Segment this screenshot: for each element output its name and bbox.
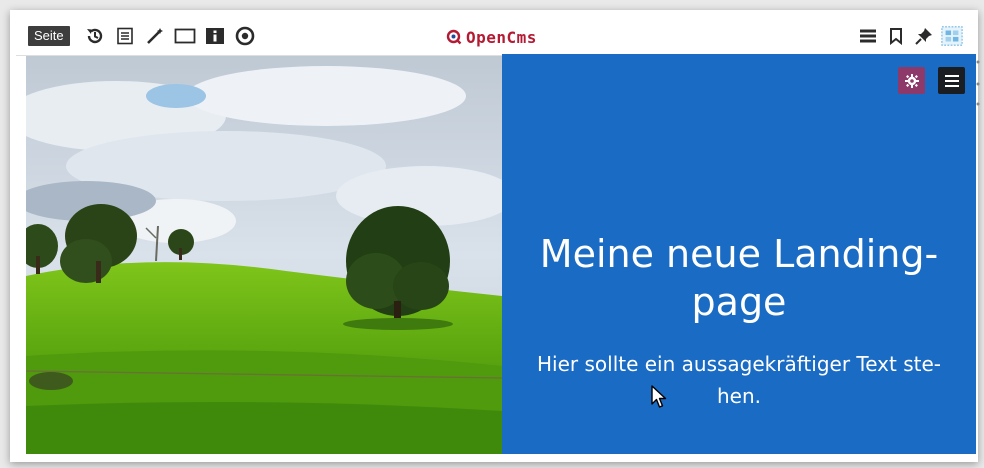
wand-icon[interactable] (144, 25, 166, 47)
menu-icon[interactable] (857, 25, 879, 47)
element-menu-button[interactable] (938, 67, 965, 94)
opencms-logo: OpenCms (446, 26, 537, 48)
toolbar-right (854, 25, 966, 47)
pin-icon[interactable] (913, 25, 935, 47)
gear-icon (904, 73, 919, 88)
opencms-toolbar: Seite OpenCms (16, 16, 974, 56)
page-list-icon[interactable] (114, 25, 136, 47)
hero-text: Hier sollte ein aussagekräftiger Text st… (537, 352, 941, 408)
logo-mark-icon (446, 29, 462, 45)
mouse-cursor-icon (651, 385, 667, 408)
hero-title: Meine neue Landing-page (539, 232, 939, 324)
logo-text: OpenCms (466, 27, 537, 47)
page-context-button[interactable]: Seite (28, 26, 70, 46)
info-icon[interactable] (204, 25, 226, 47)
hero-text-panel: Meine neue Landing-page Hier sollte ein … (502, 54, 976, 454)
frame-icon[interactable] (174, 25, 196, 47)
scroll-indicator (976, 60, 980, 106)
hero-image (26, 56, 502, 454)
history-icon[interactable] (84, 25, 106, 47)
publish-circle-icon[interactable] (234, 25, 256, 47)
toolbar-left: Seite (28, 25, 260, 47)
landscape-illustration (26, 56, 502, 454)
bookmark-icon[interactable] (885, 25, 907, 47)
menu-icon (944, 74, 959, 87)
gallery-icon[interactable] (941, 25, 963, 47)
element-settings-button[interactable] (898, 67, 925, 94)
